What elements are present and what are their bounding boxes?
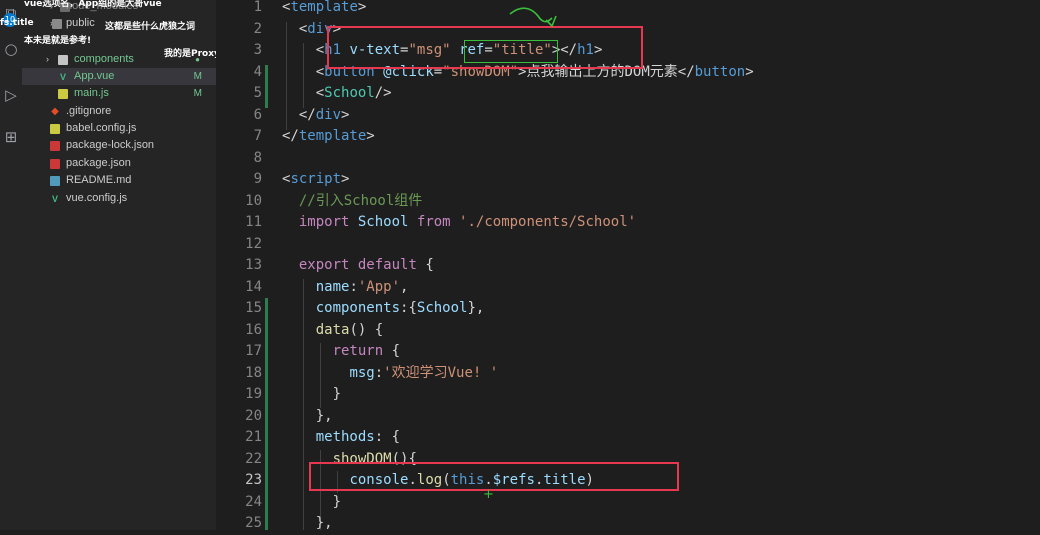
npm-file-icon [50, 141, 60, 151]
markdown-file-icon [50, 176, 60, 186]
code-line-23: console.log(this.$refs.title) [349, 472, 594, 488]
code-line-21: methods: { [315, 429, 401, 445]
line-number: 21 [245, 429, 262, 445]
overlay-comment: vue选项名，App组的是大哥vue [24, 0, 162, 9]
code-line-25: }, [315, 515, 333, 531]
code-line-19: } [332, 386, 342, 402]
git-file-icon: ◆ [51, 106, 59, 117]
line-number: 22 [245, 450, 262, 467]
code-line-17: return { [332, 343, 401, 359]
git-status-badge: M [193, 88, 202, 99]
line-number: 14 [245, 278, 262, 295]
code-line-24: } [332, 493, 342, 510]
tree-item-label: README.md [66, 174, 132, 186]
tree-item-readme[interactable]: README.md [22, 172, 216, 189]
npm-file-icon [50, 159, 60, 169]
code-line-11: import School from './components/School' [298, 214, 637, 230]
extensions-icon[interactable]: ⊞ [2, 128, 20, 146]
tree-item-package-lock[interactable]: package-lock.json [22, 137, 216, 154]
tree-item-label: App.vue [74, 70, 115, 82]
line-number: 3 [253, 42, 262, 58]
tree-item-app-vue[interactable]: V App.vue M [22, 68, 216, 85]
line-number: 5 [253, 85, 262, 101]
code-line-22: showDOM(){ [332, 450, 417, 467]
annotation-arrow-icon [509, 7, 557, 28]
tree-item-label: babel.config.js [66, 122, 137, 134]
line-number: 16 [245, 321, 262, 338]
activity-bar: ⧉ 10 ○ ▷ ⊞ [0, 0, 22, 530]
folder-icon [58, 55, 68, 65]
line-number: 24 [245, 493, 262, 510]
code-line-20: }, [315, 407, 333, 424]
line-number: 19 [245, 386, 262, 402]
tree-item-package-json[interactable]: package.json [22, 155, 216, 172]
folder-icon [52, 19, 62, 29]
code-line-15: components:{School}, [315, 300, 485, 316]
git-modified-bar [265, 298, 268, 530]
tree-item-label: package.json [66, 157, 131, 169]
tree-item-label: public [66, 17, 95, 29]
vue-file-icon: V [51, 194, 58, 204]
line-number: 11 [245, 214, 262, 230]
tree-item-gitignore[interactable]: ◆ .gitignore [22, 103, 216, 120]
line-number: 4 [253, 63, 262, 80]
vue-file-icon: V [59, 72, 66, 82]
chevron-right-icon: › [46, 54, 49, 64]
tree-item-babel-config[interactable]: babel.config.js [22, 120, 216, 137]
search-icon[interactable]: ○ [2, 40, 20, 58]
line-number: 18 [245, 364, 262, 381]
line-number: 15 [245, 300, 262, 316]
line-number: 23 [245, 472, 262, 488]
code-line-16: data() { [315, 321, 384, 338]
explorer-sidebar: › node_modules › public › components ● V… [22, 0, 216, 530]
overlay-comment: fs.title [0, 18, 34, 28]
code-line-6: </div> [298, 106, 350, 123]
code-line-1: <template> [282, 0, 367, 15]
tree-item-label: components [74, 53, 134, 65]
code-line-5: <School/> [315, 85, 392, 101]
tree-item-label: .gitignore [66, 105, 112, 117]
code-line-14: name:'App', [315, 278, 409, 295]
line-number: 13 [245, 257, 262, 273]
line-number: 9 [253, 171, 262, 187]
line-number: 6 [253, 106, 262, 123]
line-number: 17 [245, 343, 262, 359]
tree-item-main-js[interactable]: main.js M [22, 85, 216, 102]
tree-item-label: vue.config.js [66, 192, 128, 204]
js-file-icon [58, 89, 68, 99]
line-number: 2 [253, 20, 262, 37]
code-line-13: export default { [298, 257, 434, 273]
line-number: 12 [245, 235, 262, 252]
overlay-comment: 本未是就是参考! [24, 36, 92, 46]
cursor-plus-icon: + [483, 487, 494, 502]
code-line-18: msg:'欢迎学习Vue! ' [349, 364, 499, 381]
overlay-comment: 我的是Proxy [164, 49, 216, 59]
run-debug-icon[interactable]: ▷ [2, 86, 20, 104]
code-line-2: <div> [298, 20, 342, 37]
code-line-7: </template> [282, 128, 375, 144]
tree-item-vue-config[interactable]: V vue.config.js [22, 190, 216, 207]
tree-item-label: package-lock.json [66, 139, 155, 151]
code-line-4: <button @click="showDOM">点我输出上方的DOM元素</b… [315, 63, 754, 80]
line-number: 10 [245, 192, 262, 209]
line-number: 25 [245, 515, 262, 531]
line-number: 1 [253, 0, 262, 15]
line-number: 7 [253, 128, 262, 144]
line-number: 8 [253, 149, 262, 166]
line-number: 20 [245, 407, 262, 424]
code-line-9: <script> [282, 171, 350, 187]
highlight-box-ref-attr [464, 40, 558, 63]
code-editor[interactable]: 1 2 3 4 5 6 7 8 9 10 11 12 13 14 15 16 17 18 19 20 21 22 23 24 2… [216, 0, 1040, 531]
code-line-10: //引入School组件 [298, 192, 423, 209]
overlay-comment: 这都是些什么虎狼之词 [105, 22, 196, 32]
git-status-badge: M [193, 71, 202, 82]
babel-file-icon [50, 124, 60, 134]
tree-item-label: main.js [74, 87, 109, 99]
git-modified-bar [265, 65, 268, 108]
